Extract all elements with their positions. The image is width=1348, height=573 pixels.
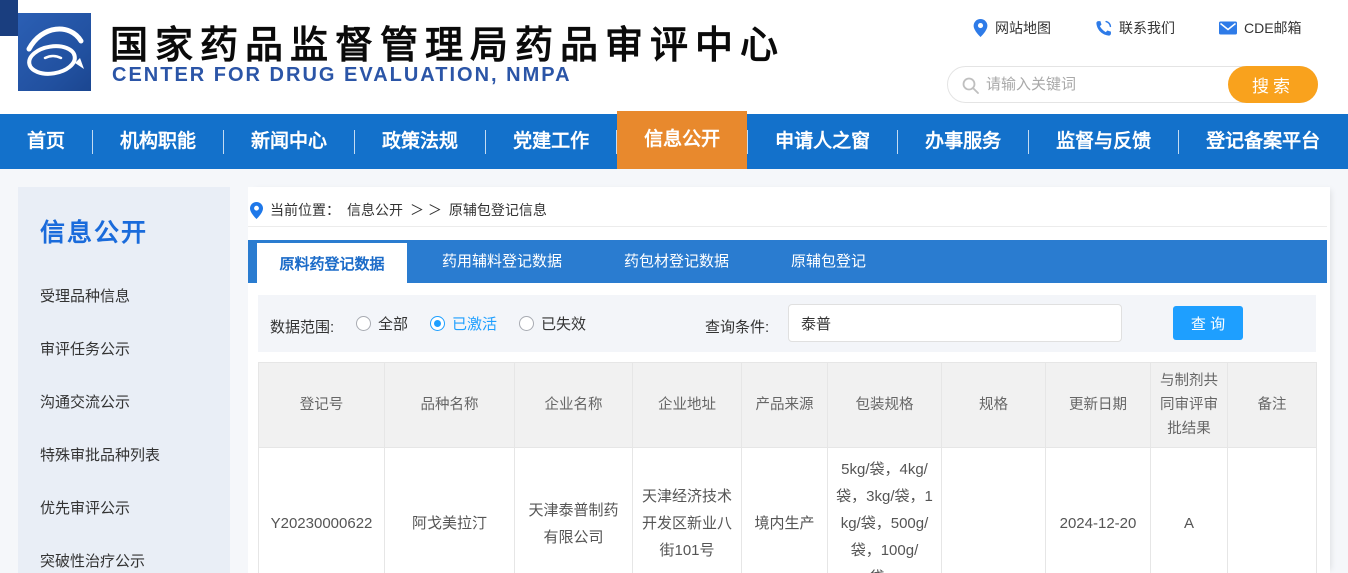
sidebar-menu: 受理品种信息 审评任务公示 沟通交流公示 特殊审批品种列表 优先审评公示 突破性治疗公示 bbox=[18, 287, 230, 572]
nav-item-1[interactable]: 首页 bbox=[0, 114, 92, 169]
quick-links: 网站地图 联系我们 CDE邮箱 bbox=[973, 18, 1302, 38]
table-cell-r1c4: 天津经济技术开发区新业八街101号 bbox=[632, 447, 742, 573]
site-subtitle: CENTER FOR DRUG EVALUATION, NMPA bbox=[112, 64, 572, 86]
quick-link-label: 网站地图 bbox=[995, 20, 1051, 36]
quick-link-2[interactable]: 联系我们 bbox=[1095, 18, 1175, 38]
nav-item-7[interactable]: 申请人之窗 bbox=[748, 114, 897, 169]
radio-checked-icon bbox=[430, 316, 446, 331]
scope-radio-3[interactable]: 已失效 bbox=[519, 313, 586, 334]
quick-link-label: CDE邮箱 bbox=[1244, 20, 1302, 36]
header-cell-9: 与制剂共同审评审批结果 bbox=[1150, 362, 1228, 448]
table-cell-r1c9: A bbox=[1150, 447, 1228, 573]
search-icon bbox=[962, 77, 979, 94]
table-header-row: 登记号 品种名称 企业名称 企业地址 产品来源 包装规格 规格 更新日期 与制剂共同审评审批结果… bbox=[258, 362, 1317, 448]
nav-item-9[interactable]: 监督与反馈 bbox=[1029, 114, 1178, 169]
table-cell-r1c7 bbox=[941, 447, 1046, 573]
header-cell-5: 产品来源 bbox=[741, 362, 828, 448]
sidebar-item-4[interactable]: 特殊审批品种列表 bbox=[40, 446, 230, 466]
nav-item-2[interactable]: 机构职能 bbox=[93, 114, 223, 169]
header-cell-4: 企业地址 bbox=[632, 362, 742, 448]
table-cell-r1c6: 5kg/袋，4kg/袋，3kg/袋，1kg/袋，500g/袋，100g/袋。 bbox=[827, 447, 942, 573]
radio-label: 全部 bbox=[378, 316, 409, 333]
quick-link-3[interactable]: CDE邮箱 bbox=[1219, 18, 1302, 38]
location-pin-icon bbox=[250, 201, 263, 219]
phone-icon bbox=[1095, 20, 1112, 37]
table-cell-r1c10 bbox=[1227, 447, 1317, 573]
nav-item-4[interactable]: 政策法规 bbox=[355, 114, 485, 169]
header-cell-8: 更新日期 bbox=[1045, 362, 1151, 448]
corner-accent bbox=[0, 0, 18, 36]
tab-4[interactable]: 原辅包登记 bbox=[791, 240, 866, 283]
registration-table: 登记号 品种名称 企业名称 企业地址 产品来源 包装规格 规格 更新日期 与制剂共同审评审批结果… bbox=[258, 362, 1317, 573]
sidebar-title: 信息公开 bbox=[40, 219, 149, 247]
sidebar-item-2[interactable]: 审评任务公示 bbox=[40, 340, 230, 360]
tab-2[interactable]: 药用辅料登记数据 bbox=[442, 240, 562, 283]
breadcrumb-divider bbox=[248, 226, 1327, 227]
scope-radio-2[interactable]: 已激活 bbox=[430, 313, 497, 334]
table-cell-r1c2: 阿戈美拉汀 bbox=[384, 447, 515, 573]
tab-bar: 原料药登记数据 药用辅料登记数据 药包材登记数据 原辅包登记 bbox=[248, 240, 1327, 289]
tab-1-active[interactable]: 原料药登记数据 bbox=[257, 243, 407, 289]
main-panel: 当前位置： 信息公开 ＞ ＞ 原辅包登记信息 原料药登记数据 药用辅料登记数据 药包材… bbox=[248, 187, 1330, 573]
site-search-bar: 搜索 bbox=[947, 66, 1318, 103]
map-pin-icon bbox=[973, 19, 988, 37]
radio-label: 已失效 bbox=[541, 316, 587, 333]
nav-item-3[interactable]: 新闻中心 bbox=[224, 114, 354, 169]
sidebar-item-6[interactable]: 突破性治疗公示 bbox=[40, 552, 230, 572]
radio-unchecked-icon bbox=[519, 316, 535, 331]
site-title: 国家药品监督管理局药品审评中心 bbox=[110, 25, 786, 67]
table-cell-r1c3: 天津泰普制药有限公司 bbox=[514, 447, 633, 573]
cde-logo bbox=[18, 13, 91, 91]
tab-3[interactable]: 药包材登记数据 bbox=[624, 240, 729, 283]
table-cell-r1c1: Y20230000622 bbox=[258, 447, 385, 573]
sidebar-item-3[interactable]: 沟通交流公示 bbox=[40, 393, 230, 413]
nav-item-8[interactable]: 办事服务 bbox=[898, 114, 1028, 169]
breadcrumb-prefix: 当前位置： bbox=[270, 202, 340, 218]
main-nav: 首页 机构职能 新闻中心 政策法规 党建工作 信息公开 申请人之窗 办事服务 监督与反馈 登记备案… bbox=[0, 111, 1348, 169]
filter-band: 数据范围: 全部 已激活 已失效 查询条件: 查 询 bbox=[258, 295, 1316, 352]
breadcrumb-current[interactable]: 原辅包登记信息 bbox=[449, 200, 547, 220]
query-label: 查询条件: bbox=[705, 319, 770, 336]
header-cell-6: 包装规格 bbox=[827, 362, 942, 448]
query-button[interactable]: 查 询 bbox=[1173, 306, 1243, 340]
mail-icon bbox=[1219, 21, 1237, 35]
breadcrumb-section[interactable]: 信息公开 bbox=[347, 200, 403, 220]
header-cell-1: 登记号 bbox=[258, 362, 385, 448]
cde-logo-swirl-icon bbox=[26, 26, 84, 76]
search-input[interactable] bbox=[986, 68, 1176, 101]
query-input[interactable] bbox=[788, 304, 1122, 342]
radio-label: 已激活 bbox=[452, 316, 498, 333]
table-body: Y20230000622 阿戈美拉汀 天津泰普制药有限公司 天津经济技术开发区新业八街… bbox=[258, 447, 1317, 573]
header-cell-3: 企业名称 bbox=[514, 362, 633, 448]
search-button[interactable]: 搜索 bbox=[1228, 66, 1318, 103]
table-cell-r1c5: 境内生产 bbox=[741, 447, 828, 573]
nav-item-10[interactable]: 登记备案平台 bbox=[1179, 114, 1347, 169]
sidebar-item-1[interactable]: 受理品种信息 bbox=[40, 287, 230, 307]
nav-item-5[interactable]: 党建工作 bbox=[486, 114, 616, 169]
sidebar: 信息公开 受理品种信息 审评任务公示 沟通交流公示 特殊审批品种列表 优先审评公示 突破性… bbox=[18, 187, 230, 573]
header-cell-10: 备注 bbox=[1227, 362, 1317, 448]
table-row-1: Y20230000622 阿戈美拉汀 天津泰普制药有限公司 天津经济技术开发区新业八街… bbox=[258, 447, 1317, 573]
breadcrumb: 当前位置： 信息公开 ＞ ＞ 原辅包登记信息 bbox=[250, 197, 547, 223]
quick-link-1[interactable]: 网站地图 bbox=[973, 18, 1051, 38]
radio-unchecked-icon bbox=[356, 316, 371, 331]
header-cell-7: 规格 bbox=[941, 362, 1046, 448]
quick-link-label: 联系我们 bbox=[1119, 20, 1175, 36]
header-cell-2: 品种名称 bbox=[384, 362, 515, 448]
nav-item-6-active[interactable]: 信息公开 bbox=[617, 111, 748, 169]
sidebar-item-5[interactable]: 优先审评公示 bbox=[40, 499, 230, 519]
scope-radio-group: 全部 已激活 已失效 bbox=[356, 313, 586, 334]
breadcrumb-separator: ＞ ＞ bbox=[410, 202, 442, 218]
scope-label: 数据范围: bbox=[270, 319, 335, 336]
table-cell-r1c8: 2024-12-20 bbox=[1045, 447, 1151, 573]
scope-radio-1[interactable]: 全部 bbox=[356, 313, 408, 334]
